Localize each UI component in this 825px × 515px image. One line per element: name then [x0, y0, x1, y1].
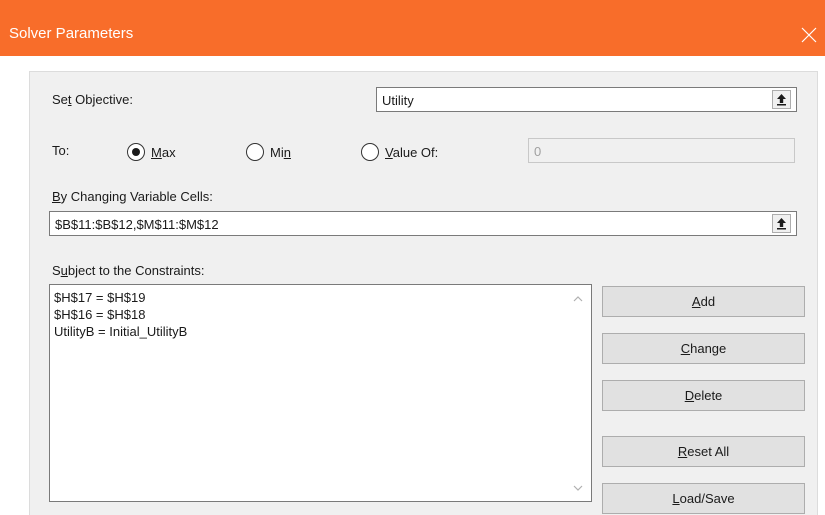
value-of-radio[interactable] — [361, 143, 379, 161]
to-label: To: — [52, 143, 70, 158]
max-label[interactable]: Max — [151, 145, 176, 160]
radio-dot — [132, 148, 140, 156]
constraint-item[interactable]: UtilityB = Initial_UtilityB — [54, 324, 187, 339]
value-of-label[interactable]: Value Of: — [385, 145, 438, 160]
reset-all-button[interactable]: Reset All — [602, 436, 805, 467]
change-button[interactable]: Change — [602, 333, 805, 364]
add-button[interactable]: Add — [602, 286, 805, 317]
close-icon — [801, 27, 817, 43]
changing-cells-collapse-button[interactable] — [772, 214, 791, 233]
load-save-button[interactable]: Load/Save — [602, 483, 805, 514]
scroll-down-button[interactable] — [570, 480, 586, 496]
constraint-item[interactable]: $H$16 = $H$18 — [54, 307, 145, 322]
collapse-arrow-icon — [777, 218, 786, 230]
scroll-up-button[interactable] — [570, 291, 586, 307]
collapse-arrow-icon — [777, 94, 786, 106]
constraints-list[interactable]: $H$17 = $H$19 $H$16 = $H$18 UtilityB = I… — [49, 284, 592, 502]
objective-collapse-button[interactable] — [772, 90, 791, 109]
chevron-down-icon — [573, 485, 583, 491]
changing-cells-label: By Changing Variable Cells: — [52, 189, 213, 204]
delete-button[interactable]: Delete — [602, 380, 805, 411]
title-bar: Solver Parameters — [0, 0, 825, 56]
min-radio[interactable] — [246, 143, 264, 161]
max-radio[interactable] — [127, 143, 145, 161]
value-of-input[interactable]: 0 — [528, 138, 795, 163]
window-title: Solver Parameters — [9, 25, 134, 42]
constraints-label: Subject to the Constraints: — [52, 263, 205, 278]
chevron-up-icon — [573, 296, 583, 302]
objective-input[interactable]: Utility — [376, 87, 797, 112]
min-label[interactable]: Min — [270, 145, 291, 160]
constraint-item[interactable]: $H$17 = $H$19 — [54, 290, 145, 305]
set-objective-label: Set Objective: — [52, 92, 133, 107]
changing-cells-input[interactable]: $B$11:$B$12,$M$11:$M$12 — [49, 211, 797, 236]
close-button[interactable] — [796, 22, 822, 48]
